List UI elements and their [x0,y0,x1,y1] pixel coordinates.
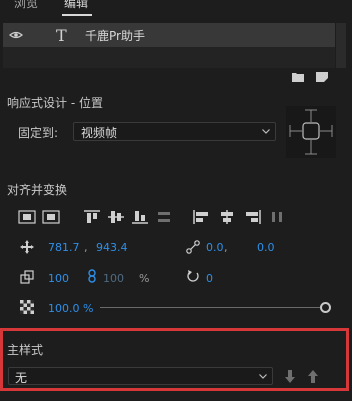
layer-row-text[interactable]: T 千鹿Pr助手 [3,23,335,47]
align-left-icon[interactable] [193,210,211,224]
align-center-icon[interactable] [218,210,236,224]
rotation-value[interactable]: 0 [206,272,213,285]
align-middle-icon[interactable] [107,210,125,224]
position-separator: , [84,241,88,254]
chevron-down-icon [262,129,270,134]
master-style-value: 无 [15,371,28,385]
push-style-down-icon[interactable] [284,370,296,383]
rotation-icon [187,270,199,282]
tab-edit[interactable]: 编辑 [64,0,88,11]
sync-style-up-icon[interactable] [307,370,319,383]
scale-locked-value: 100 [103,272,124,285]
distribute-horizontal-icon[interactable] [268,210,286,224]
align-bottom-icon[interactable] [131,210,149,224]
layer-list: T 千鹿Pr助手 [3,23,335,68]
new-item-icon[interactable] [316,72,328,82]
text-layer-icon: T [56,26,67,45]
eye-icon[interactable] [9,31,23,39]
chevron-down-icon [259,374,267,379]
tab-browse[interactable]: 浏览 [14,0,38,11]
align-vertical-center-icon[interactable] [18,210,36,224]
scale-value[interactable]: 100 [48,272,69,285]
opacity-value[interactable]: 100.0 % [48,302,93,315]
scale-unit: % [139,272,150,285]
opacity-slider-knob[interactable] [320,302,331,313]
responsive-section-title: 响应式设计 - 位置 [7,96,103,110]
align-horizontal-center-icon[interactable] [42,210,60,224]
anchor-point-icon [186,240,200,254]
align-top-icon[interactable] [83,210,101,224]
panel-tabs: 浏览 编辑 [0,0,352,18]
layer-name: 千鹿Pr助手 [85,29,145,43]
pin-widget[interactable] [286,106,336,158]
master-style-dropdown[interactable]: 无 [8,367,273,385]
opacity-slider-track[interactable] [100,307,326,308]
scale-icon [20,270,34,284]
align-transform-section-title: 对齐并变换 [7,183,68,197]
position-x-value[interactable]: 781.7 [48,241,80,254]
master-style-title: 主样式 [7,343,44,357]
active-tab-indicator [62,14,92,16]
distribute-vertical-icon[interactable] [155,210,173,224]
move-icon [20,240,34,254]
anchor-x-value[interactable]: 0.0 [206,241,224,254]
link-icon[interactable] [85,269,99,283]
position-y-value[interactable]: 943.4 [96,241,128,254]
anchor-separator: , [224,241,228,254]
opacity-icon [20,300,34,314]
anchor-y-value[interactable]: 0.0 [257,241,275,254]
new-folder-icon[interactable] [292,72,304,82]
pin-to-label: 固定到: [18,126,59,140]
pin-to-dropdown[interactable]: 视频帧 [73,122,276,141]
layer-list-scrollbar[interactable] [336,23,346,68]
align-right-icon[interactable] [243,210,261,224]
pin-to-value: 视频帧 [81,126,118,140]
